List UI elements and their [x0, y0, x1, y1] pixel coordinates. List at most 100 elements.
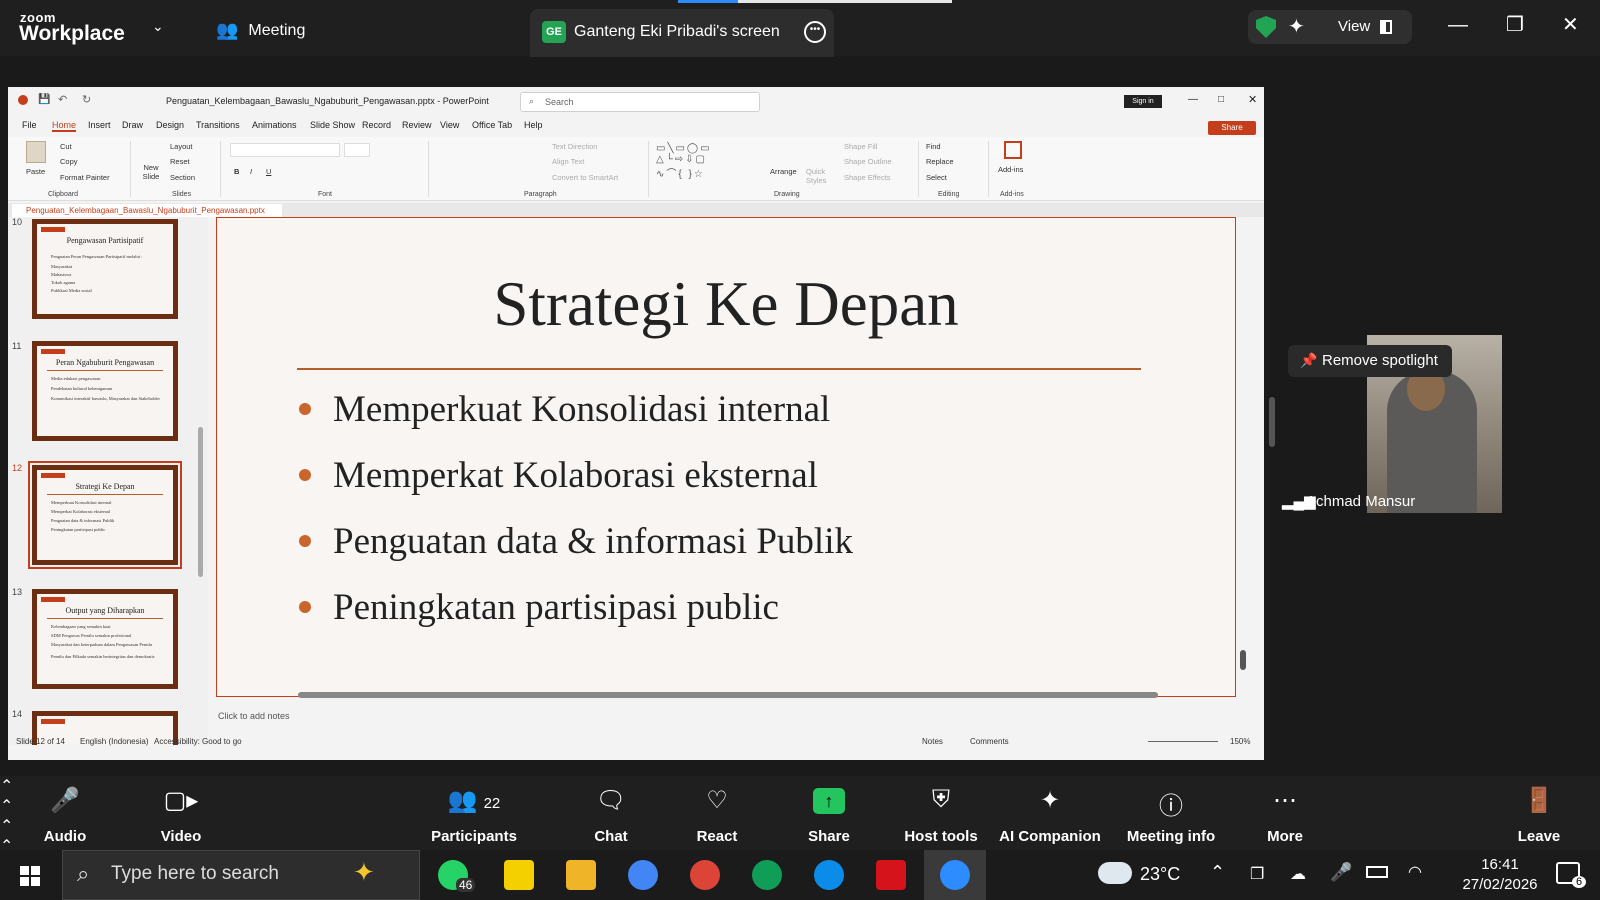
sign-in-button[interactable]: Sign in [1124, 95, 1162, 108]
view-layout-icon[interactable] [1380, 20, 1392, 34]
network-status-icon[interactable]: ❐ [1250, 864, 1264, 884]
section-button[interactable]: Section [170, 173, 195, 182]
shape-fill-button[interactable]: Shape Fill [844, 142, 877, 151]
wifi-icon[interactable]: ◠ [1408, 862, 1422, 882]
gallery-scrollbar[interactable] [1269, 397, 1275, 447]
slide-thumbnail[interactable]: Output yang Diharapkan Kelembagaan yang … [32, 589, 178, 689]
ai-companion-button[interactable]: ✦ AI Companion [994, 776, 1106, 850]
slide-bullet[interactable]: Memperkat Kolaborasi eksternal [299, 454, 818, 497]
quick-styles-button[interactable]: Quick Styles [806, 167, 830, 185]
file-explorer-icon[interactable] [566, 860, 596, 890]
menu-slide-show[interactable]: Slide Show [310, 120, 355, 130]
shape-outline-button[interactable]: Shape Outline [844, 157, 892, 166]
undo-icon[interactable]: ↶ [58, 93, 67, 106]
bold-button[interactable]: B [234, 167, 239, 176]
redo-icon[interactable]: ↻ [82, 93, 91, 106]
chat-button[interactable]: 🗨 Chat [556, 776, 666, 850]
select-button[interactable]: Select [926, 173, 947, 182]
chrome-icon-2[interactable] [752, 860, 782, 890]
minimize-icon[interactable]: — [1448, 14, 1468, 37]
text-direction-button[interactable]: Text Direction [552, 142, 597, 151]
audio-button[interactable]: 🎤 Audio [10, 776, 120, 850]
slide-bullet[interactable]: Penguatan data & informasi Publik [299, 520, 853, 563]
zoom-taskbar-slot[interactable] [924, 850, 986, 900]
clock-time[interactable]: 16:41 [1470, 856, 1530, 873]
new-slide-button[interactable]: New Slide [138, 163, 164, 181]
battery-icon[interactable] [1366, 866, 1388, 878]
menu-file[interactable]: File [22, 120, 37, 130]
zoom-slider[interactable] [1148, 741, 1218, 742]
horizontal-scrollbar[interactable] [298, 692, 1158, 698]
ppt-restore-icon[interactable]: □ [1218, 94, 1224, 105]
taskbar-search[interactable]: ⌕ Type here to search ✦ [62, 850, 420, 900]
ppt-close-icon[interactable]: ✕ [1248, 93, 1257, 106]
slide-thumbnail-selected[interactable]: Strategi Ke Depan Memperkuat Konsolidasi… [28, 461, 182, 569]
slide-title[interactable]: Strategi Ke Depan [217, 268, 1235, 341]
share-screen-button[interactable]: ↑ Share [774, 776, 884, 850]
layout-button[interactable]: Layout [170, 142, 193, 151]
ai-sparkle-icon[interactable]: ✦ [1288, 14, 1305, 39]
cloud-sync-icon[interactable]: ☁ [1290, 864, 1306, 884]
restore-icon[interactable]: ❐ [1506, 12, 1524, 37]
menu-animations[interactable]: Animations [252, 120, 297, 130]
sticky-notes-icon[interactable] [504, 860, 534, 890]
document-tab[interactable]: Penguatan_Kelembagaan_Bawaslu_Ngabuburit… [12, 204, 282, 217]
thumbnail-scrollbar[interactable] [198, 427, 203, 577]
save-icon[interactable]: 💾 [38, 94, 50, 105]
zoom-level[interactable]: 150% [1230, 737, 1250, 746]
notes-pane[interactable]: Click to add notes [208, 707, 1238, 729]
host-tools-button[interactable]: ⛨ Host tools [886, 776, 996, 850]
align-text-button[interactable]: Align Text [552, 157, 584, 166]
microphone-icon[interactable]: 🎤 [1330, 862, 1352, 883]
temperature[interactable]: 23°C [1140, 864, 1180, 885]
menu-design[interactable]: Design [156, 120, 184, 130]
slide-bullet[interactable]: Memperkuat Konsolidasi internal [299, 388, 830, 431]
shape-effects-button[interactable]: Shape Effects [844, 173, 891, 182]
menu-home[interactable]: Home [52, 120, 77, 132]
ppt-minimize-icon[interactable]: — [1188, 94, 1198, 105]
font-name-field[interactable] [230, 143, 340, 157]
notes-toggle[interactable]: Notes [922, 737, 943, 746]
slide-thumbnail[interactable]: Pengawasan Partisipatif Penguatan Peran … [32, 219, 178, 319]
chrome-profile-icon[interactable] [690, 860, 720, 890]
italic-button[interactable]: I [250, 167, 252, 176]
menu-draw[interactable]: Draw [122, 120, 143, 130]
weather-cloud-icon[interactable] [1098, 862, 1132, 884]
cut-button[interactable]: Cut [60, 142, 72, 151]
comments-toggle[interactable]: Comments [970, 737, 1009, 746]
shared-screen-tab[interactable]: GE Ganteng Eki Pribadi's screen ••• [530, 9, 834, 57]
chevron-down-icon[interactable]: ⌄ [152, 18, 164, 35]
more-button[interactable]: ⋯ More [1230, 776, 1340, 850]
replace-button[interactable]: Replace [926, 157, 954, 166]
menu-help[interactable]: Help [524, 120, 543, 130]
close-icon[interactable]: ✕ [1562, 12, 1579, 37]
shapes-gallery[interactable]: ▭╲▭◯▭ △└⇨⇩▢ ∿⌒{ }☆ [656, 143, 756, 183]
security-shield-icon[interactable] [1256, 16, 1276, 38]
format-painter-button[interactable]: Format Painter [60, 173, 110, 182]
font-size-field[interactable] [344, 143, 370, 157]
paste-icon[interactable] [26, 141, 46, 163]
windows-start-icon[interactable] [20, 866, 40, 886]
menu-transitions[interactable]: Transitions [196, 120, 240, 130]
react-button[interactable]: ♡ React [662, 776, 772, 850]
vertical-scrollbar[interactable] [1240, 650, 1246, 670]
menu-review[interactable]: Review [402, 120, 432, 130]
underline-button[interactable]: U [266, 167, 271, 176]
menu-view[interactable]: View [440, 120, 459, 130]
clock-date[interactable]: 27/02/2026 [1450, 876, 1550, 893]
add-ins-icon[interactable] [1004, 141, 1022, 159]
chrome-icon[interactable] [628, 860, 658, 890]
more-options-icon[interactable]: ••• [804, 21, 826, 43]
accessibility-status[interactable]: Accessibility: Good to go [154, 737, 242, 746]
paste-button[interactable]: Paste [26, 167, 45, 176]
add-ins-button[interactable]: Add-ins [998, 165, 1023, 174]
slide-bullet[interactable]: Peningkatan partisipasi public [299, 586, 779, 629]
language-status[interactable]: English (Indonesia) [80, 737, 148, 746]
participants-button[interactable]: 👥 22 Participants [420, 776, 528, 850]
acrobat-icon[interactable] [876, 860, 906, 890]
ppt-search-box[interactable]: ⌕ Search [520, 92, 760, 112]
video-button[interactable]: ▢▸ Video [126, 776, 236, 850]
find-button[interactable]: Find [926, 142, 941, 151]
menu-record[interactable]: Record [362, 120, 391, 130]
arrange-button[interactable]: Arrange [770, 167, 797, 176]
